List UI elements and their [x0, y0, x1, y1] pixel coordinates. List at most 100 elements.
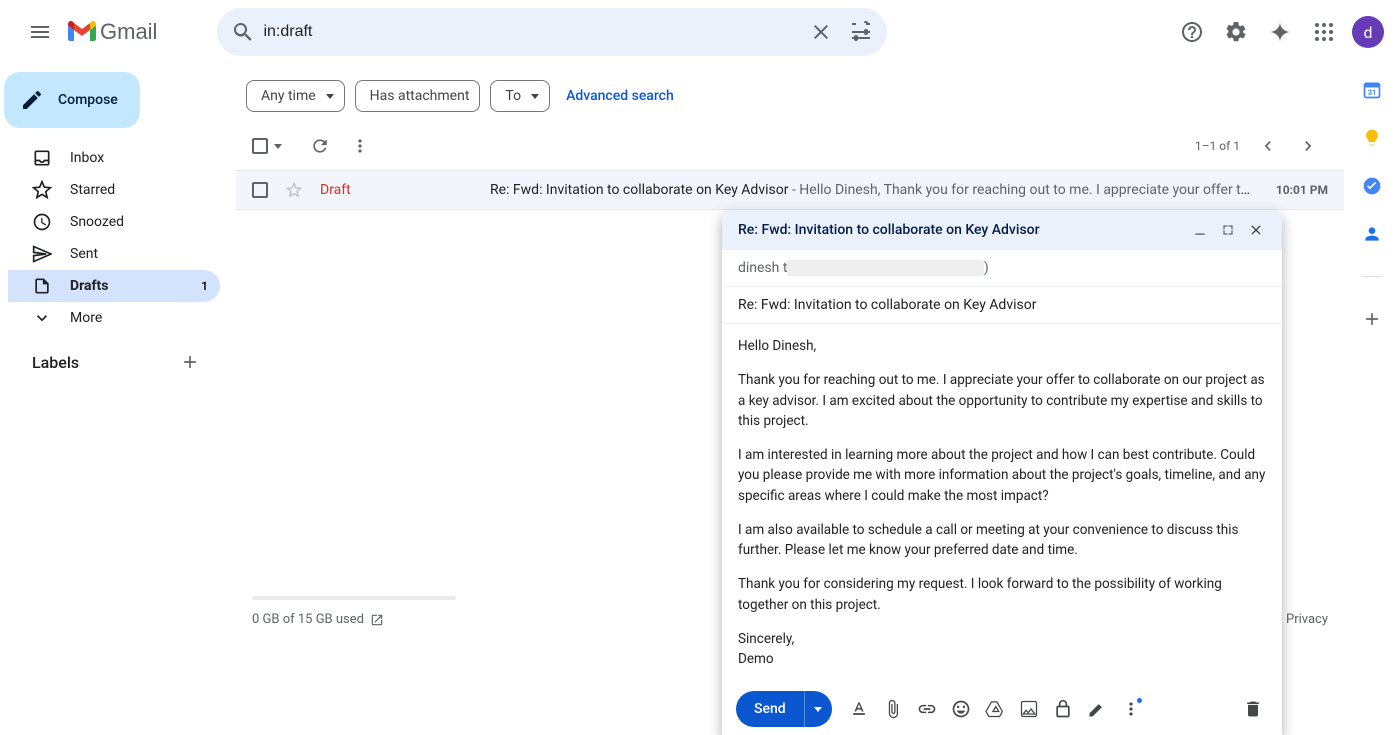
minimize-icon: [1193, 223, 1207, 237]
gemini-button[interactable]: [1260, 12, 1300, 52]
insert-drive-button[interactable]: [980, 694, 1010, 724]
compose-body[interactable]: Hello Dinesh, Thank you for reaching out…: [722, 324, 1282, 683]
contacts-app-button[interactable]: [1362, 224, 1382, 244]
search-input[interactable]: [263, 23, 801, 41]
labels-section-header: Labels: [8, 352, 220, 372]
formatting-button[interactable]: [844, 694, 874, 724]
nav-more[interactable]: More: [8, 302, 220, 334]
attach-button[interactable]: [878, 694, 908, 724]
get-addons-button[interactable]: [1362, 309, 1382, 329]
insert-link-button[interactable]: [912, 694, 942, 724]
add-label-button[interactable]: [180, 352, 200, 372]
keep-app-button[interactable]: [1362, 128, 1382, 148]
nav-label: Sent: [70, 246, 98, 262]
row-checkbox[interactable]: [252, 182, 268, 198]
chevron-right-icon: [1298, 136, 1318, 156]
nav-label: Drafts: [70, 278, 108, 294]
fullscreen-button[interactable]: [1214, 216, 1242, 244]
filter-any-time[interactable]: Any time: [246, 80, 345, 112]
body-p5: Thank you for considering my request. I …: [738, 574, 1266, 615]
nav-inbox[interactable]: Inbox: [8, 142, 220, 174]
tasks-app-button[interactable]: [1362, 176, 1382, 196]
plus-icon: [180, 352, 200, 372]
nav-label: Snoozed: [70, 214, 124, 230]
logo-text: Gmail: [100, 19, 157, 45]
insert-photo-button[interactable]: [1014, 694, 1044, 724]
nav-sent[interactable]: Sent: [8, 238, 220, 270]
search-options-button[interactable]: [841, 12, 881, 52]
app-header: Gmail d: [0, 0, 1400, 64]
send-icon: [32, 244, 52, 264]
panel-divider: [1362, 276, 1382, 277]
nav-starred[interactable]: Starred: [8, 174, 220, 206]
send-more-button[interactable]: [804, 691, 832, 727]
chip-label: Has attachment: [370, 88, 470, 104]
body-p6: Sincerely,: [738, 629, 1266, 649]
gmail-icon: [68, 21, 96, 43]
body-p2: Thank you for reaching out to me. I appr…: [738, 370, 1266, 431]
emoji-icon: [951, 699, 971, 719]
main-panel: Any time Has attachment To Advanced sear…: [236, 64, 1344, 735]
nav-count: 1: [201, 279, 208, 293]
select-all[interactable]: [252, 138, 282, 154]
refresh-button[interactable]: [300, 126, 340, 166]
compose-label: Compose: [58, 92, 118, 108]
search-button[interactable]: [223, 12, 263, 52]
filter-to[interactable]: To: [490, 80, 550, 112]
gmail-logo[interactable]: Gmail: [68, 19, 157, 45]
file-icon: [32, 276, 52, 296]
insert-signature-button[interactable]: [1082, 694, 1112, 724]
account-avatar[interactable]: d: [1352, 16, 1384, 48]
compose-header[interactable]: Re: Fwd: Invitation to collaborate on Ke…: [722, 210, 1282, 250]
subject-field[interactable]: Re: Fwd: Invitation to collaborate on Ke…: [722, 287, 1282, 324]
send-button[interactable]: Send: [736, 691, 804, 727]
open-in-new-icon[interactable]: [370, 613, 384, 627]
close-compose-button[interactable]: [1242, 216, 1270, 244]
list-toolbar: 1–1 of 1: [236, 122, 1344, 170]
trash-icon: [1243, 699, 1263, 719]
search-icon: [231, 20, 255, 44]
newer-button[interactable]: [1248, 126, 1288, 166]
clear-search-button[interactable]: [801, 12, 841, 52]
sparkle-icon: [1269, 21, 1291, 43]
support-button[interactable]: [1172, 12, 1212, 52]
send-button-group: Send: [736, 691, 832, 727]
nav-drafts[interactable]: Drafts 1: [8, 270, 220, 302]
older-button[interactable]: [1288, 126, 1328, 166]
lock-icon: [1053, 699, 1073, 719]
close-icon: [809, 20, 833, 44]
gear-icon: [1224, 20, 1248, 44]
confidential-mode-button[interactable]: [1048, 694, 1078, 724]
more-options-button[interactable]: [1116, 694, 1146, 724]
star-outline-icon: [284, 180, 304, 200]
discard-draft-button[interactable]: [1238, 694, 1268, 724]
recipients-field[interactable]: dinesh txxxxxxxxxxxxxxxxxxxxxxxxxxxx): [722, 250, 1282, 287]
chevron-left-icon: [1258, 136, 1278, 156]
minimize-button[interactable]: [1186, 216, 1214, 244]
star-toggle[interactable]: [284, 180, 304, 200]
drive-icon: [985, 699, 1005, 719]
recipient-suffix: ): [984, 260, 989, 276]
google-apps-button[interactable]: [1304, 12, 1344, 52]
advanced-search-link[interactable]: Advanced search: [566, 88, 674, 104]
calendar-app-button[interactable]: 31: [1362, 80, 1382, 100]
side-panel: 31: [1344, 64, 1400, 735]
chevron-down-icon: [274, 144, 282, 149]
filter-has-attachment[interactable]: Has attachment: [355, 80, 481, 112]
calendar-icon: 31: [1362, 80, 1382, 100]
hamburger-icon: [28, 20, 52, 44]
labels-heading: Labels: [32, 353, 79, 372]
main-menu-button[interactable]: [16, 8, 64, 56]
format-icon: [849, 699, 869, 719]
snippet-text: Hello Dinesh, Thank you for reaching out…: [799, 182, 1256, 198]
privacy-link[interactable]: Privacy: [1286, 612, 1328, 627]
nav-snoozed[interactable]: Snoozed: [8, 206, 220, 238]
insert-emoji-button[interactable]: [946, 694, 976, 724]
settings-button[interactable]: [1216, 12, 1256, 52]
mail-row[interactable]: Draft Re: Fwd: Invitation to collaborate…: [236, 170, 1344, 210]
more-actions-button[interactable]: [340, 126, 380, 166]
expand-icon: [1222, 224, 1234, 236]
body-p1: Hello Dinesh,: [738, 336, 1266, 356]
compose-button[interactable]: Compose: [4, 72, 140, 128]
body-p4: I am also available to schedule a call o…: [738, 520, 1266, 561]
